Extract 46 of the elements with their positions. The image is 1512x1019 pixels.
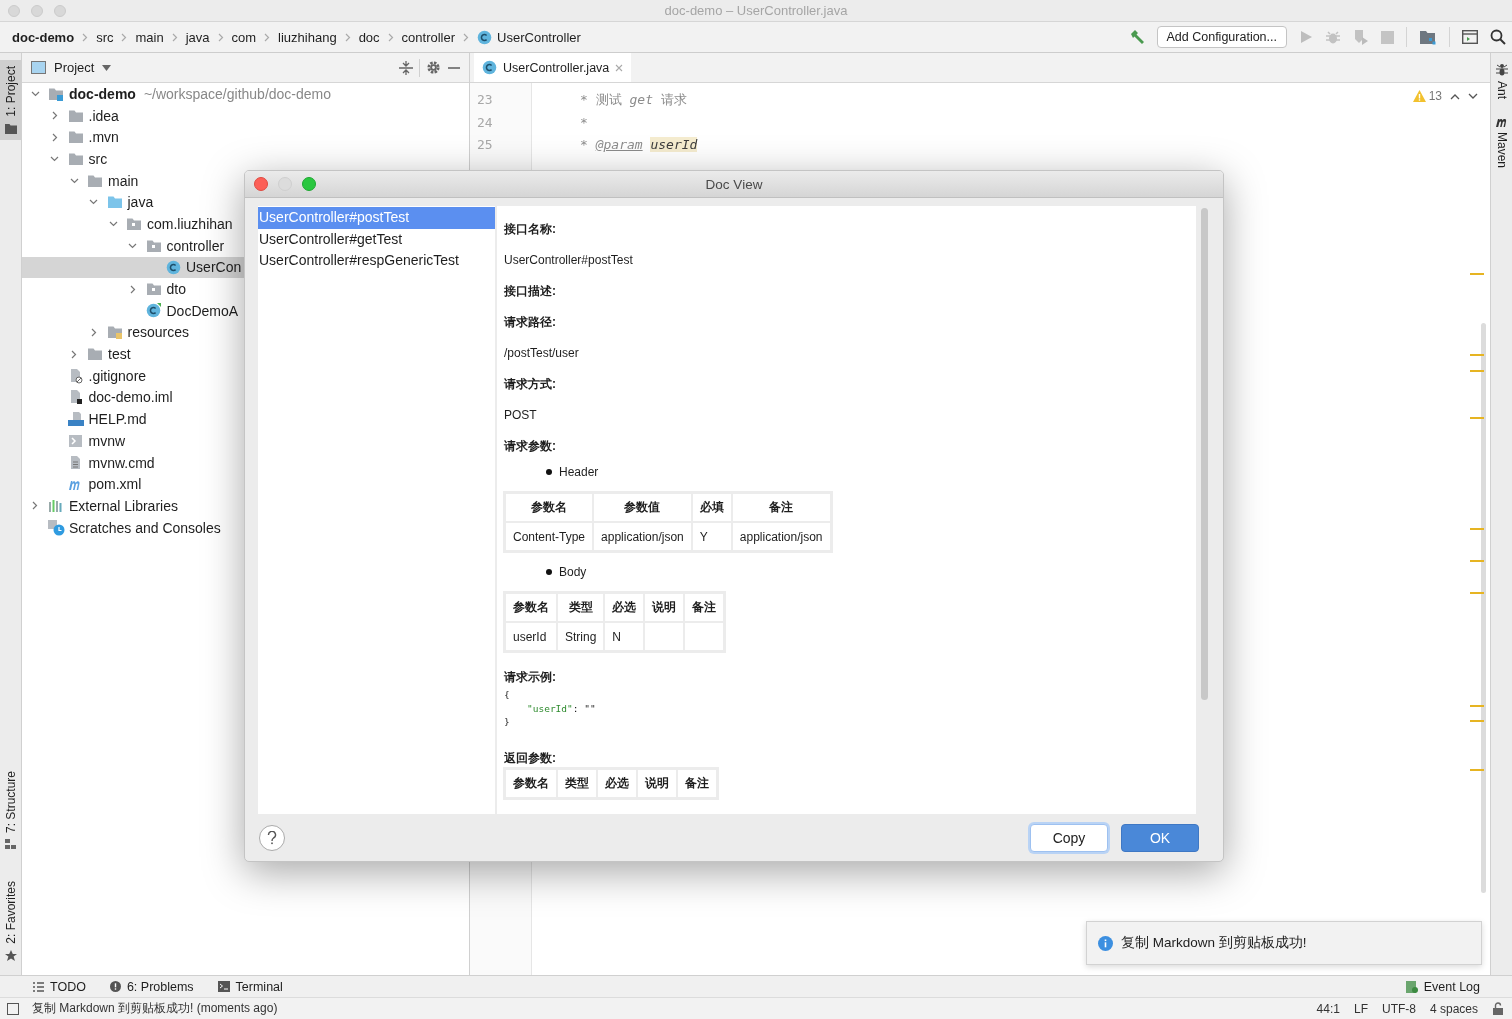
section-heading: 请求参数: bbox=[504, 438, 557, 454]
column-header: 备注 bbox=[684, 593, 725, 622]
column-header: 说明 bbox=[637, 768, 677, 798]
line-number: 24 bbox=[476, 113, 494, 132]
table-cell: application/json bbox=[593, 522, 692, 551]
table-cell: userId bbox=[505, 622, 557, 651]
section-heading: 请求路径: bbox=[504, 314, 557, 330]
column-header: 备注 bbox=[677, 768, 717, 798]
column-header: 必选 bbox=[597, 768, 637, 798]
window-title: doc-demo – UserController.java bbox=[664, 3, 848, 18]
table-cell: N bbox=[604, 622, 645, 651]
line-number: 23 bbox=[476, 91, 494, 109]
column-header: 必填 bbox=[691, 493, 732, 522]
code-line: * @param userId bbox=[580, 136, 698, 155]
list-item: Header bbox=[559, 464, 599, 480]
list-item: Body bbox=[559, 564, 587, 580]
code-line: { bbox=[504, 688, 511, 702]
code-line: * 测试 get 请求 bbox=[580, 91, 688, 109]
column-header: 类型 bbox=[557, 593, 605, 622]
column-header: 类型 bbox=[557, 768, 597, 798]
column-header: 参数名 bbox=[505, 493, 594, 522]
table-cell: application/json bbox=[731, 522, 831, 551]
column-header: 参数名 bbox=[505, 768, 557, 798]
column-header: 参数值 bbox=[593, 493, 692, 522]
code-line: "userId": "" bbox=[526, 701, 597, 715]
status-message: 复制 Markdown 到剪贴板成功! (moments ago) bbox=[32, 1000, 279, 1017]
section-heading: 接口名称: bbox=[504, 221, 557, 237]
column-header: 备注 bbox=[731, 493, 831, 522]
column-header: 说明 bbox=[644, 593, 685, 622]
code-line: } bbox=[504, 715, 511, 729]
table-cell: Content-Type bbox=[505, 522, 594, 551]
section-heading: 接口描述: bbox=[504, 283, 557, 299]
column-header: 参数名 bbox=[505, 593, 557, 622]
doc-text: /postTest/user bbox=[504, 345, 580, 361]
column-header: 必选 bbox=[604, 593, 645, 622]
doc-text: POST bbox=[504, 407, 538, 423]
line-number: 25 bbox=[476, 136, 494, 155]
section-heading: 请求方式: bbox=[504, 376, 557, 392]
table-cell: Y bbox=[691, 522, 732, 551]
dialog-title: Doc View bbox=[705, 176, 763, 192]
section-heading: 请求示例: bbox=[504, 669, 557, 685]
code-line: * bbox=[580, 113, 589, 132]
doc-text: UserController#postTest bbox=[504, 252, 634, 268]
table-cell: String bbox=[557, 622, 605, 651]
section-heading: 返回参数: bbox=[504, 749, 557, 766]
notification-message: 复制 Markdown 到剪贴板成功! bbox=[1121, 934, 1307, 952]
